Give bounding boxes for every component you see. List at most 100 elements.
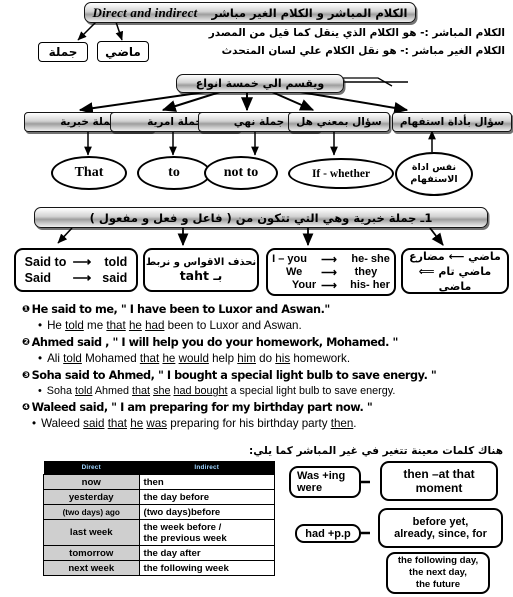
pronoun-1-right: they: [354, 266, 378, 278]
example-0-indirect: • He told me that he had been to Luxor an…: [38, 319, 302, 332]
then-moment-line1: then –at that: [403, 467, 475, 481]
keyword-to-label: to: [168, 165, 180, 180]
table-row: tomorrow the day after: [43, 545, 275, 561]
keyword-if-whether-label: If - whether: [311, 167, 371, 180]
keyword-ellipse-if-whether: If - whether: [288, 158, 394, 189]
said-right: said: [102, 271, 128, 285]
rule-box-pronouns: I – you ⟶ he- she We ⟶ they Your ⟶ his- …: [266, 248, 396, 296]
rule-box-said-to-told: Said to ⟶ told Said ⟶ said: [14, 248, 138, 292]
table-row: (two days) ago (two days)before: [43, 504, 275, 520]
that-box-latin: بـ that: [179, 268, 223, 283]
table-cell-direct: next week: [43, 560, 140, 576]
following-line1: the following day,: [397, 555, 479, 566]
definition-direct: الكلام المباشر :- هو الكلام الذي ينقل كم…: [208, 27, 505, 39]
before-yet-line1: before yet,: [412, 516, 469, 528]
said-left: Said: [24, 271, 52, 285]
pronoun-2-right: his- her: [350, 279, 390, 291]
example-0-indirect-text: He told me that he had been to Luxor and…: [47, 319, 302, 332]
table-row: now then: [43, 474, 275, 490]
box-sentence: جملة: [38, 42, 88, 62]
that-box-arabic: نحذف الاقواس و نربط: [145, 257, 257, 268]
tense-line-0: ماضي ⟵ مضارع: [409, 249, 501, 263]
example-1-indirect-text: Ali told Mohamed that he would help him …: [47, 352, 351, 365]
keyword-ellipse-not-to: not to: [204, 156, 278, 190]
box-before-yet: before yet, already, since, for: [378, 508, 503, 548]
keyword-not-to-label: not to: [223, 165, 259, 180]
example-2-indirect-text: Soha told Ahmed that she had bought a sp…: [46, 385, 396, 397]
table-header-row: Direct Indirect: [43, 461, 275, 475]
example-2-direct-text: Soha said to Ahmed, " I bought a special…: [31, 369, 437, 382]
keyword-ellipse-to: to: [137, 156, 211, 190]
table-cell-direct: yesterday: [43, 489, 140, 505]
example-3-indirect: • Waleed said that he was preparing for h…: [32, 417, 357, 430]
example-1-indirect: • Ali told Mohamed that he would help him…: [38, 352, 351, 365]
arrow-icon: ⟶: [321, 279, 337, 292]
category-chip-2-label: جملة نهي: [233, 116, 285, 128]
pronoun-2-left: Your: [291, 279, 317, 291]
category-chip-3-label: سؤال بمعني هل: [296, 116, 382, 128]
category-chip-4: سؤال بأداة استفهام: [392, 112, 512, 132]
box-had-pp: had +p.p: [295, 524, 361, 543]
table-row: last week the week before / the previous…: [43, 519, 275, 546]
tense-line-1: ماضي تام ⟸ ماضي: [418, 264, 492, 293]
rule-box-tense: ماضي ⟵ مضارع ماضي تام ⟸ ماضي: [401, 248, 509, 294]
pronoun-0-left: I – you: [272, 253, 307, 265]
table-cell-indirect-line1: the week before /: [143, 521, 222, 533]
pronoun-1-left: We: [285, 266, 303, 278]
section1-banner-label: 1ـ جملة خبرية وهي التي تتكون من ( فاعل و…: [89, 210, 433, 225]
keyword-that-label: That: [74, 165, 104, 180]
table-cell-direct: now: [43, 474, 140, 490]
worksheet-page: Direct and indirect الكلام المباشر و الك…: [0, 0, 513, 597]
section1-banner: 1ـ جملة خبرية وهي التي تتكون من ( فاعل و…: [34, 207, 488, 228]
divider-banner: ويقسم الي خمسة انواع: [176, 74, 344, 93]
category-chip-1-label: جملة امرية: [147, 116, 203, 128]
examples-list: ❶ He said to me, " I have been to Luxor a…: [22, 303, 492, 430]
table-cell-indirect: the day before: [138, 489, 275, 505]
category-chip-3: سؤال بمعني هل: [288, 112, 390, 132]
example-3-direct: ❹ Waleed said, " I am preparing for my bi…: [22, 401, 492, 414]
was-were-line2: were: [297, 482, 323, 494]
example-3-number: ❹: [22, 402, 30, 413]
box-sentence-label: جملة: [48, 45, 78, 59]
said-to-left: Said to: [24, 255, 67, 269]
table-cell-indirect: then: [138, 474, 275, 490]
keyword-ellipse-same-question-word: نفس اداة الاستفهام: [395, 152, 473, 196]
table-note: هناك كلمات معينة تتغير في غير المباشر كم…: [249, 445, 503, 457]
box-past: ماضي: [97, 41, 149, 62]
example-3-direct-text: Waleed said, " I am preparing for my bir…: [31, 401, 373, 414]
table-cell-indirect: the following week: [138, 560, 275, 576]
table-cell-indirect: the day after: [138, 545, 275, 561]
table-cell-direct: last week: [43, 519, 140, 546]
example-1-number: ❷: [22, 337, 30, 348]
following-line2: the next day,: [409, 567, 467, 578]
table-row: next week the following week: [43, 560, 275, 576]
table-header-indirect: Indirect: [139, 461, 275, 475]
divider-banner-label: ويقسم الي خمسة انواع: [195, 77, 325, 90]
had-pp-label: had +p.p: [305, 527, 351, 540]
table-header-direct: Direct: [43, 461, 139, 475]
page-title-banner: Direct and indirect الكلام المباشر و الك…: [84, 2, 416, 23]
was-were-line1: Was +ing: [297, 470, 346, 482]
category-chip-4-label: سؤال بأداة استفهام: [399, 116, 505, 128]
arrow-icon: ⟶: [321, 253, 337, 266]
table-cell-indirect: (two days)before: [138, 504, 275, 520]
then-moment-line2: moment: [415, 481, 463, 495]
definition-indirect: الكلام الغير مباشر :- هو نقل الكلام علي …: [221, 45, 505, 57]
table-row: yesterday the day before: [43, 489, 275, 505]
example-3-indirect-text: Waleed said that he was preparing for hi…: [41, 417, 357, 430]
direct-indirect-table: Direct Indirect now then yesterday the d…: [43, 461, 275, 576]
table-cell-indirect: the week before / the previous week: [138, 519, 275, 546]
example-1-direct: ❷ Ahmed said , " I will help you do your …: [22, 336, 492, 349]
keyword-ellipse-that: That: [51, 156, 127, 190]
title-arabic: الكلام المباشر و الكلام الغير مباشر: [211, 5, 408, 20]
example-2-direct: ❸ Soha said to Ahmed, " I bought a specia…: [22, 369, 492, 382]
box-then-at-that-moment: then –at that moment: [380, 461, 498, 501]
arrow-icon: ⟶: [72, 270, 92, 285]
box-following-day: the following day, the next day, the fut…: [386, 552, 490, 594]
title-latin: Direct and indirect: [92, 4, 198, 20]
arrow-icon: ⟶: [72, 254, 92, 269]
example-1-direct-text: Ahmed said , " I will help you do your h…: [31, 336, 399, 349]
table-cell-direct: tomorrow: [43, 545, 140, 561]
example-0-direct-text: He said to me, " I have been to Luxor an…: [31, 303, 331, 316]
keyword-same-question-word-label: نفس اداة الاستفهام: [410, 162, 458, 185]
